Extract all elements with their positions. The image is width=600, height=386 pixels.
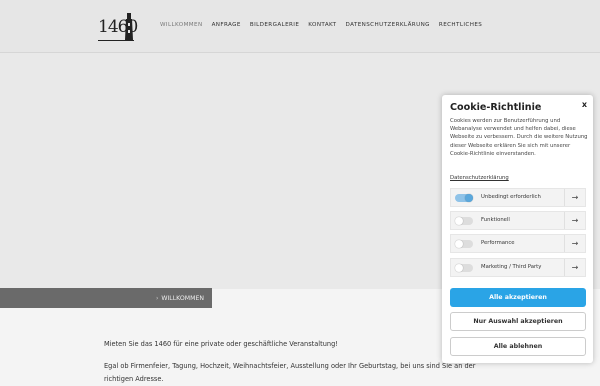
events-paragraph: Egal ob Firmenfeier, Tagung, Hochzeit, W… xyxy=(104,362,476,370)
nav-kontakt[interactable]: KONTAKT xyxy=(308,22,336,28)
category-functional[interactable]: Funktionell → xyxy=(450,211,586,230)
category-label: Funktionell xyxy=(481,217,510,223)
category-label: Performance xyxy=(481,240,515,246)
cookie-dialog: Cookie-Richtlinie x Cookies werden zur B… xyxy=(442,95,593,363)
performance-toggle[interactable] xyxy=(455,240,473,248)
toggle-knob xyxy=(455,217,463,225)
privacy-policy-link[interactable]: Datenschutzerklärung xyxy=(450,175,509,181)
category-necessary[interactable]: Unbedingt erforderlich → xyxy=(450,188,586,207)
logo[interactable]: 1460 xyxy=(98,13,138,43)
toggle-knob xyxy=(455,240,463,248)
breadcrumb-current[interactable]: WILLKOMMEN xyxy=(161,295,204,302)
cookie-title: Cookie-Richtlinie xyxy=(450,102,542,113)
category-performance[interactable]: Performance → xyxy=(450,234,586,253)
reject-all-button[interactable]: Alle ablehnen xyxy=(450,337,586,356)
nav-willkommen[interactable]: WILLKOMMEN xyxy=(160,22,203,28)
accept-all-button[interactable]: Alle akzeptieren xyxy=(450,288,586,307)
toggle-knob xyxy=(455,264,463,272)
breadcrumb: › WILLKOMMEN xyxy=(0,288,212,308)
toggle-knob xyxy=(465,194,473,202)
breadcrumb-separator: › xyxy=(155,294,159,302)
main-nav: WILLKOMMEN ANFRAGE BILDERGALERIE KONTAKT… xyxy=(160,22,482,28)
close-icon[interactable]: x xyxy=(582,100,587,109)
intro-paragraph: Mieten Sie das 1460 für eine private ode… xyxy=(104,340,338,348)
site-header: 1460 WILLKOMMEN ANFRAGE BILDERGALERIE KO… xyxy=(0,0,600,53)
main-content: Mieten Sie das 1460 für eine private ode… xyxy=(104,338,476,386)
necessary-toggle[interactable] xyxy=(455,194,473,202)
arrow-right-icon[interactable]: → xyxy=(564,189,585,206)
arrow-right-icon[interactable]: → xyxy=(564,259,585,276)
category-label: Unbedingt erforderlich xyxy=(481,194,541,200)
cookie-description: Cookies werden zur Benutzerführung und W… xyxy=(450,118,588,157)
category-marketing[interactable]: Marketing / Third Party → xyxy=(450,258,586,277)
nav-bildergalerie[interactable]: BILDERGALERIE xyxy=(250,22,299,28)
functional-toggle[interactable] xyxy=(455,217,473,225)
marketing-toggle[interactable] xyxy=(455,264,473,272)
nav-datenschutzerklaerung[interactable]: DATENSCHUTZERKLÄRUNG xyxy=(346,22,430,28)
nav-anfrage[interactable]: ANFRAGE xyxy=(212,22,241,28)
tower-icon xyxy=(125,13,133,40)
nav-rechtliches[interactable]: RECHTLICHES xyxy=(439,22,482,28)
accept-selection-button[interactable]: Nur Auswahl akzeptieren xyxy=(450,312,586,331)
arrow-right-icon[interactable]: → xyxy=(564,235,585,252)
category-label: Marketing / Third Party xyxy=(481,264,542,270)
logo-underline xyxy=(98,40,134,41)
arrow-right-icon[interactable]: → xyxy=(564,212,585,229)
